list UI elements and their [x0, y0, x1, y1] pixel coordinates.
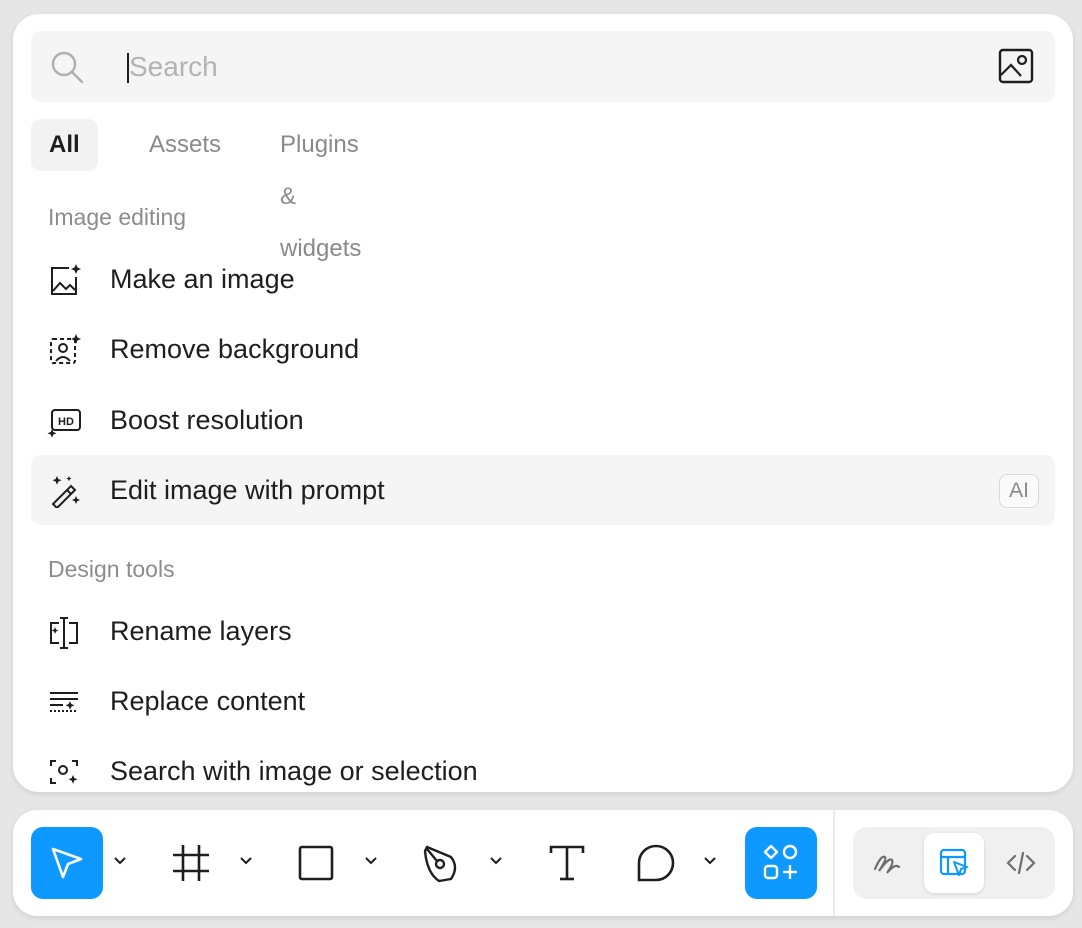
rename-layers-icon — [50, 617, 78, 649]
design-mode-icon — [939, 848, 968, 876]
frame-icon — [173, 845, 209, 881]
menu-item-boost-resolution[interactable]: HD Boost resolution — [31, 385, 1055, 455]
hd-sparkle-icon: HD — [47, 409, 81, 438]
menu-item-edit-image-with-prompt[interactable]: Edit image with prompt AI — [31, 455, 1055, 525]
actions-tool-button[interactable] — [745, 827, 817, 899]
menu-item-label: Make an image — [110, 264, 295, 294]
chevron-down-icon[interactable] — [238, 852, 254, 868]
menu-item-replace-content[interactable]: Replace content — [31, 666, 1055, 736]
pen-tool-button[interactable] — [405, 827, 477, 899]
frame-tool-button[interactable] — [155, 827, 227, 899]
text-icon — [549, 845, 585, 881]
search-input[interactable] — [129, 45, 989, 89]
search-icon — [51, 51, 84, 84]
chevron-down-icon[interactable] — [112, 852, 128, 868]
magic-wand-icon — [51, 476, 80, 508]
svg-text:HD: HD — [58, 416, 74, 428]
menu-item-label: Rename layers — [110, 616, 292, 646]
section-title-design-tools: Design tools — [48, 556, 175, 582]
chevron-down-icon[interactable] — [363, 852, 379, 868]
tab-all[interactable]: All — [31, 119, 98, 171]
visual-search-icon — [50, 760, 78, 784]
cursor-icon — [51, 847, 83, 879]
image-sparkle-icon — [51, 264, 81, 295]
menu-item-label: Replace content — [110, 686, 306, 716]
toolbar-divider — [833, 810, 835, 916]
menu-item-label: Remove background — [110, 334, 360, 364]
search-bar[interactable] — [31, 31, 1055, 102]
rectangle-tool-button[interactable] — [280, 827, 352, 899]
menu-item-rename-layers[interactable]: Rename layers — [31, 596, 1055, 666]
actions-panel: All Assets Plugins & widgets Image editi… — [13, 14, 1073, 792]
text-tool-button[interactable] — [531, 827, 603, 899]
menu-item-label: Edit image with prompt — [110, 475, 385, 505]
menu-item-label: Boost resolution — [110, 405, 304, 435]
tab-plugins-widgets[interactable]: Plugins & widgets — [262, 119, 379, 262]
remove-background-icon — [50, 334, 81, 364]
bottom-toolbar — [13, 810, 1073, 916]
mode-switcher — [853, 827, 1055, 899]
menu-item-label: Search with image or selection — [110, 756, 478, 786]
menu-item-make-an-image[interactable]: Make an image — [31, 244, 1055, 314]
actions-icon — [763, 844, 798, 880]
draw-mode-button[interactable] — [857, 833, 917, 893]
rectangle-icon — [298, 845, 334, 881]
draw-icon — [873, 855, 901, 874]
tab-assets[interactable]: Assets — [131, 119, 239, 171]
menu-item-remove-background[interactable]: Remove background — [31, 314, 1055, 384]
pen-icon — [423, 845, 457, 883]
comment-tool-button[interactable] — [620, 827, 692, 899]
menu-item-search-with-image[interactable]: Search with image or selection — [31, 736, 1055, 792]
section-title-image-editing: Image editing — [48, 204, 187, 230]
replace-content-icon — [50, 692, 78, 712]
ai-badge: AI — [999, 474, 1039, 508]
chevron-down-icon[interactable] — [488, 852, 504, 868]
chevron-down-icon[interactable] — [702, 852, 718, 868]
image-search-icon[interactable] — [997, 47, 1035, 85]
code-icon — [1006, 851, 1036, 875]
design-mode-button[interactable] — [924, 833, 984, 893]
comment-icon — [637, 844, 675, 882]
dev-mode-button[interactable] — [991, 833, 1051, 893]
move-tool-button[interactable] — [31, 827, 103, 899]
